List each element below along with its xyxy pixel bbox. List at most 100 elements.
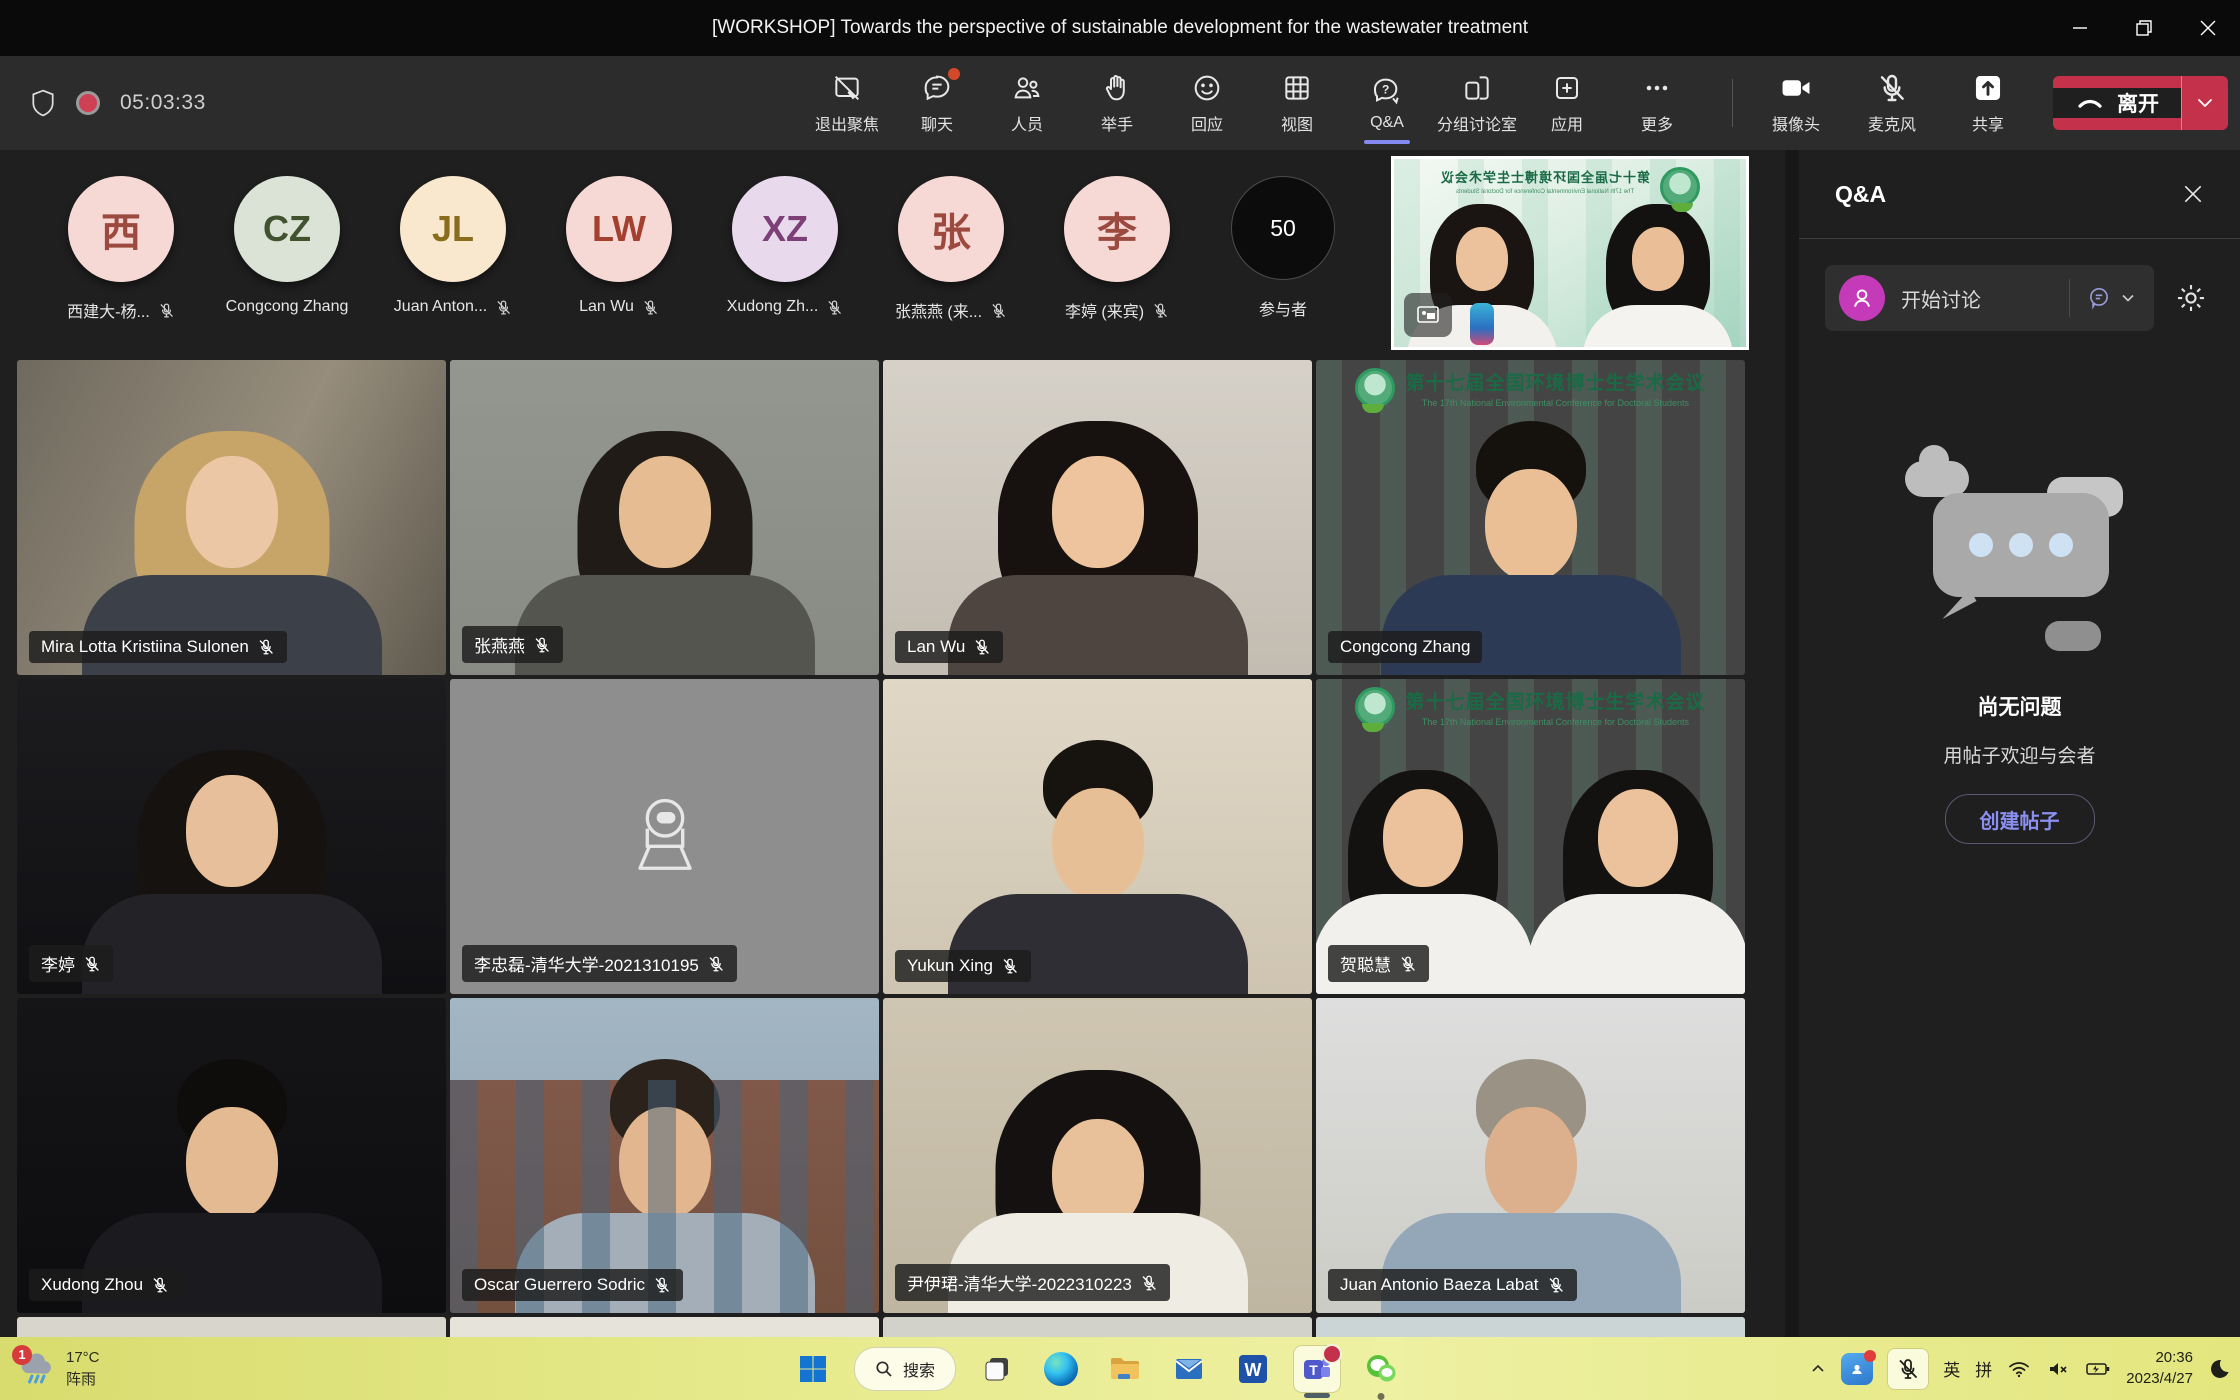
restore-button[interactable] (2112, 0, 2176, 56)
video-tile[interactable]: 张燕燕 (450, 360, 879, 675)
participant-avatar[interactable]: JL Juan Anton... (370, 176, 536, 322)
exit-focus-button[interactable]: 退出聚焦 (802, 59, 892, 147)
people-button[interactable]: 人员 (982, 59, 1072, 147)
participant-avatar[interactable]: XZ Xudong Zh... (702, 176, 868, 322)
exit-focus-icon (831, 72, 863, 104)
conference-backdrop: 第十七届全国环境博士生学术会议 The 17th National Enviro… (1394, 167, 1746, 207)
video-tile[interactable]: Xudong Zhou (17, 998, 446, 1313)
qa-active-indicator (1364, 140, 1410, 144)
video-tile[interactable]: 第十七届全国环境博士生学术会议 The 17th National Enviro… (1316, 679, 1745, 994)
self-view-thumbnail[interactable]: 第十七届全国环境博士生学术会议 The 17th National Enviro… (1391, 156, 1749, 350)
video-tile[interactable]: Yukun Xing (883, 679, 1312, 994)
breakout-rooms-button[interactable]: 分组讨论室 (1432, 59, 1522, 147)
start-button[interactable] (790, 1346, 836, 1392)
video-tile[interactable]: 尹伊珺-清华大学-2022310223 (883, 998, 1312, 1313)
raise-hand-button[interactable]: 举手 (1072, 59, 1162, 147)
taskbar-search-input[interactable]: 搜索 (854, 1347, 956, 1391)
close-button[interactable] (2176, 0, 2240, 56)
mic-muted-icon (653, 1276, 671, 1294)
volume-muted-icon[interactable] (2046, 1357, 2070, 1381)
video-tile[interactable]: Lan Wu (883, 360, 1312, 675)
wechat-button[interactable] (1358, 1346, 1404, 1392)
mail-button[interactable] (1166, 1346, 1212, 1392)
leave-options-chevron[interactable] (2182, 76, 2228, 130)
chat-button[interactable]: 聊天 (892, 59, 982, 147)
mic-muted-icon (495, 299, 512, 316)
mic-muted-icon (1876, 72, 1908, 104)
participant-name-tag: 张燕燕 (462, 626, 563, 663)
weather-condition: 阵雨 (66, 1369, 100, 1391)
ime-language-indicator[interactable]: 英 (1943, 1356, 1960, 1381)
leave-button[interactable]: 离开 (2053, 76, 2228, 130)
file-explorer-button[interactable] (1102, 1346, 1148, 1392)
qa-close-button[interactable] (2182, 183, 2204, 205)
discussion-bubble-icon (2086, 285, 2112, 311)
share-icon (1971, 72, 2005, 104)
mic-muted-icon (1001, 957, 1019, 975)
toolbar-buttons: 退出聚焦 聊天 人员 举手 回应 (802, 59, 1702, 147)
minimize-button[interactable] (2048, 0, 2112, 56)
video-tile[interactable]: 李忠磊-清华大学-2021310195 (450, 679, 879, 994)
teams-tray-icon[interactable] (1841, 1353, 1873, 1385)
avatar: XZ (732, 176, 838, 282)
qa-icon: ? (1371, 75, 1403, 107)
participant-name-tag: Yukun Xing (895, 950, 1031, 982)
video-tile[interactable]: Juan Antonio Baeza Labat (1316, 998, 1745, 1313)
participant-name-tag: Lan Wu (895, 631, 1003, 663)
conference-backdrop: 第十七届全国环境博士生学术会议 The 17th National Enviro… (1316, 687, 1745, 727)
microphone-button[interactable]: 麦克风 (1847, 59, 1937, 147)
qa-composer-input[interactable]: 开始讨论 (1825, 265, 2154, 331)
mic-muted-icon (533, 636, 551, 654)
battery-icon[interactable] (2085, 1357, 2111, 1381)
ime-layout-indicator[interactable]: 拼 (1975, 1356, 1992, 1381)
edge-icon (1044, 1352, 1078, 1386)
participant-name-tag: 尹伊珺-清华大学-2022310223 (895, 1264, 1170, 1301)
teams-button[interactable]: T (1294, 1346, 1340, 1392)
task-view-button[interactable] (974, 1346, 1020, 1392)
video-tile[interactable]: 李婷 (17, 679, 446, 994)
conference-backdrop: 第十七届全国环境博士生学术会议 The 17th National Enviro… (1316, 368, 1745, 408)
composer-post-type-dropdown[interactable] (2086, 285, 2140, 311)
shield-icon (30, 89, 56, 117)
camera-icon (1779, 72, 1813, 104)
taskbar-weather-widget[interactable]: 1 17°C 阵雨 (16, 1337, 100, 1400)
tray-chevron-up-icon[interactable] (1810, 1361, 1826, 1377)
qa-empty-title: 尚无问题 (1978, 691, 2062, 721)
taskbar-clock[interactable]: 20:36 2023/4/27 (2126, 1348, 2193, 1389)
apps-button[interactable]: 应用 (1522, 59, 1612, 147)
share-button[interactable]: 共享 (1943, 59, 2033, 147)
video-tile[interactable]: Mira Lotta Kristiina Sulonen (17, 360, 446, 675)
participant-avatar[interactable]: LW Lan Wu (536, 176, 702, 322)
toolbar-divider (1732, 79, 1733, 127)
view-button[interactable]: 视图 (1252, 59, 1342, 147)
hang-up-icon (2075, 88, 2105, 118)
svg-text:W: W (1245, 1360, 1262, 1380)
tray-mic-muted-icon[interactable] (1888, 1349, 1928, 1389)
mic-muted-icon (642, 299, 659, 316)
participant-count[interactable]: 50 参与者 (1200, 176, 1366, 322)
mic-muted-icon (1547, 1276, 1565, 1294)
breakout-rooms-icon (1461, 72, 1493, 104)
video-tile[interactable]: Oscar Guerrero Sodric (450, 998, 879, 1313)
qa-settings-button[interactable] (2168, 281, 2214, 315)
windows-taskbar: 1 17°C 阵雨 搜索 W T (0, 1337, 2240, 1400)
night-mode-moon-icon[interactable] (2208, 1358, 2230, 1380)
qa-button[interactable]: ? Q&A (1342, 59, 1432, 147)
participant-name-tag: Juan Antonio Baeza Labat (1328, 1269, 1577, 1301)
wifi-icon[interactable] (2007, 1357, 2031, 1381)
participant-avatar[interactable]: 张 张燕燕 (来... (868, 176, 1034, 322)
word-button[interactable]: W (1230, 1346, 1276, 1392)
meeting-toolbar: 05:03:33 退出聚焦 聊天 人员 举手 (0, 56, 2240, 150)
participant-avatar[interactable]: CZ Congcong Zhang (204, 176, 370, 322)
create-post-button[interactable]: 创建帖子 (1945, 794, 2095, 844)
react-button[interactable]: 回应 (1162, 59, 1252, 147)
video-tile[interactable]: 第十七届全国环境博士生学术会议 The 17th National Enviro… (1316, 360, 1745, 675)
more-icon (1641, 72, 1673, 104)
participant-avatar[interactable]: 西 西建大-杨... (38, 176, 204, 322)
picture-in-picture-button[interactable] (1404, 293, 1452, 337)
edge-browser-button[interactable] (1038, 1346, 1084, 1392)
participant-avatar[interactable]: 李 李婷 (来宾) (1034, 176, 1200, 322)
mic-muted-icon (257, 638, 275, 656)
camera-button[interactable]: 摄像头 (1751, 59, 1841, 147)
more-button[interactable]: 更多 (1612, 59, 1702, 147)
